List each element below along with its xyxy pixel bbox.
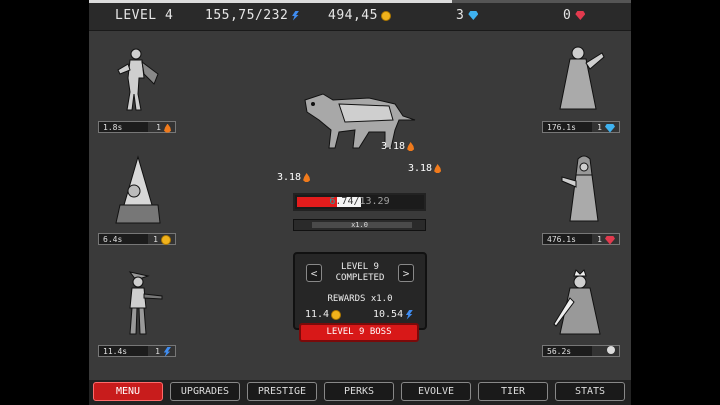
hero-stat-3[interactable]: 176.1s 1 xyxy=(542,121,620,133)
hero-time: 176.1s xyxy=(547,123,576,132)
hero-time: 11.4s xyxy=(103,347,128,356)
skull-icon xyxy=(607,346,615,354)
damage-popup: 3.18 xyxy=(277,172,311,183)
gem-icon xyxy=(605,123,615,133)
multiplier-bar: x1.0 xyxy=(293,219,426,231)
hero-level-value: 1 xyxy=(597,123,602,132)
boss-button[interactable]: LEVEL 9 BOSS xyxy=(299,323,419,342)
coin-icon xyxy=(161,235,171,245)
hero-time: 1.8s xyxy=(103,123,123,132)
hero-time: 56.2s xyxy=(547,347,572,356)
level-number: LEVEL 9 xyxy=(341,262,379,272)
nav-stats[interactable]: STATS xyxy=(555,382,625,401)
top-bar: LEVEL 4 155,75/232 494,45 3 0 xyxy=(89,0,631,31)
bolt-icon xyxy=(292,10,300,21)
gem-counter: 3 xyxy=(456,8,479,23)
damage-popup: 3.18 xyxy=(408,163,442,174)
hero-level: 1 xyxy=(597,122,615,134)
level-progress-fill xyxy=(89,0,453,3)
gem-icon xyxy=(468,11,479,20)
hero-rogue-sprite[interactable] xyxy=(106,44,166,114)
hero-cleric-sprite[interactable] xyxy=(554,155,614,225)
nav-tier[interactable]: TIER xyxy=(478,382,548,401)
gold-reward-value: 11.4 xyxy=(305,309,330,320)
energy-reward-value: 10.54 xyxy=(373,309,404,320)
hero-level: 1 xyxy=(153,234,171,246)
enemy-health-bar: 6.74/13.29 xyxy=(293,193,426,211)
level-panel: < > LEVEL 9 COMPLETED REWARDS x1.0 11.4 … xyxy=(293,252,427,330)
game-screen: LEVEL 4 155,75/232 494,45 3 0 1.8s 1 6.4… xyxy=(89,0,631,405)
flame-icon xyxy=(434,164,442,173)
energy-reward: 10.54 xyxy=(373,309,414,320)
rewards-label: REWARDS x1.0 xyxy=(327,294,393,304)
ruby-icon xyxy=(605,235,615,245)
hero-time: 6.4s xyxy=(103,235,123,244)
hero-stat-0[interactable]: 1.8s 1 xyxy=(98,121,176,133)
flame-icon xyxy=(303,173,311,182)
nav-prestige[interactable]: PRESTIGE xyxy=(247,382,317,401)
hero-level: 1 xyxy=(156,122,171,134)
level-label: LEVEL 4 xyxy=(115,8,174,23)
hero-level-value: 1 xyxy=(597,235,602,244)
hero-stat-4[interactable]: 476.1s 1 xyxy=(542,233,620,245)
bolt-icon xyxy=(163,347,171,357)
hero-level xyxy=(604,346,615,354)
bottom-nav: MENU UPGRADES PRESTIGE PERKS EVOLVE TIER… xyxy=(89,380,631,405)
flame-icon xyxy=(407,142,415,151)
damage-value: 3.18 xyxy=(381,141,406,152)
hero-level-value: 1 xyxy=(156,123,161,132)
gold-reward: 11.4 xyxy=(305,309,342,320)
nav-evolve[interactable]: EVOLVE xyxy=(401,382,471,401)
bolt-icon xyxy=(405,309,414,320)
hero-level-value: 1 xyxy=(153,235,158,244)
multiplier-text: x1.0 xyxy=(351,221,368,229)
nav-perks[interactable]: PERKS xyxy=(324,382,394,401)
health-text: 6.74/13.29 xyxy=(329,196,390,207)
hero-time: 476.1s xyxy=(547,235,576,244)
coin-icon xyxy=(380,10,391,21)
coin-icon xyxy=(331,309,342,320)
hero-level-value: 1 xyxy=(155,347,160,356)
hero-stat-1[interactable]: 6.4s 1 xyxy=(98,233,176,245)
hero-wizard-sprite[interactable] xyxy=(108,155,168,225)
gem-value: 3 xyxy=(456,8,465,23)
hero-stat-2[interactable]: 11.4s 1 xyxy=(98,345,176,357)
damage-popup: 3.18 xyxy=(381,141,415,152)
energy-counter: 155,75/232 xyxy=(205,8,300,23)
hero-level: 1 xyxy=(597,234,615,246)
damage-value: 3.18 xyxy=(408,163,433,174)
hero-sorceress-sprite[interactable] xyxy=(550,43,610,113)
hero-king-sprite[interactable] xyxy=(550,268,610,338)
flame-icon xyxy=(164,123,171,133)
gold-value: 494,45 xyxy=(328,8,378,23)
nav-menu[interactable]: MENU xyxy=(93,382,163,401)
level-status: LEVEL 9 COMPLETED xyxy=(295,262,425,284)
ruby-counter: 0 xyxy=(563,8,586,23)
hero-stat-5[interactable]: 56.2s xyxy=(542,345,620,357)
level-completed: COMPLETED xyxy=(335,273,385,283)
hero-level: 1 xyxy=(155,346,171,358)
gold-counter: 494,45 xyxy=(328,8,391,23)
hero-archer-sprite[interactable] xyxy=(108,268,168,338)
ruby-value: 0 xyxy=(563,8,572,23)
energy-value: 155,75/232 xyxy=(205,8,289,23)
damage-value: 3.18 xyxy=(277,172,302,183)
nav-upgrades[interactable]: UPGRADES xyxy=(170,382,240,401)
ruby-icon xyxy=(575,11,586,20)
